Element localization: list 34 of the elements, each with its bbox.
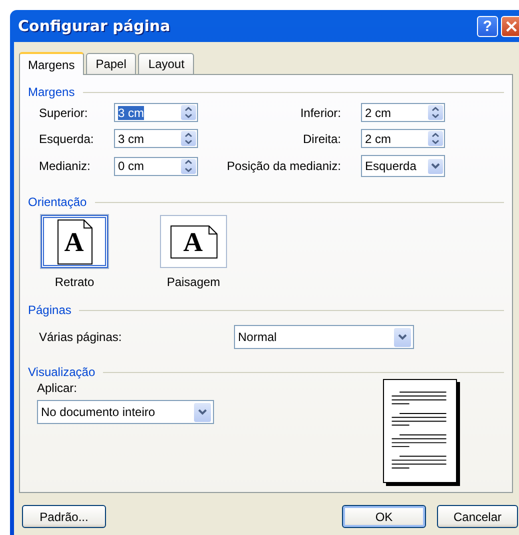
page-letter: A [182, 226, 202, 256]
dropdown-field[interactable]: Esquerda [361, 155, 445, 177]
orientation-option[interactable]: A [41, 215, 108, 268]
dialog-button[interactable]: Padrão... [22, 505, 106, 528]
option-label: Paisagem [166, 275, 220, 289]
help-button[interactable]: ? [477, 16, 498, 36]
field-label: Posição da medianiz: [226, 159, 342, 173]
field-label: Aplicar: [37, 381, 78, 395]
tab[interactable]: Layout [138, 53, 194, 74]
window-title: Configurar página [18, 17, 172, 35]
section-heading: Orientação [28, 195, 87, 209]
dialog-button[interactable]: Cancelar [437, 505, 518, 528]
field-label: Inferior: [299, 106, 342, 120]
page-letter: A [64, 226, 84, 256]
tab[interactable]: Margens [19, 52, 84, 75]
dropdown-field[interactable]: Normal [234, 325, 414, 349]
field-label: Medianiz: [39, 159, 92, 173]
dialog-button[interactable]: OK [342, 505, 426, 528]
orientation-option[interactable]: A [160, 215, 227, 268]
section-heading: Margens [28, 85, 75, 99]
tab[interactable]: Papel [86, 53, 136, 74]
field-label: Várias páginas: [39, 330, 123, 344]
dropdown-field[interactable]: No documento inteiro [37, 400, 214, 424]
field-label: Esquerda: [39, 132, 95, 146]
field-label: Superior: [39, 106, 89, 120]
spin-field[interactable]: 3 cm [114, 103, 198, 122]
spin-field[interactable]: 2 cm [361, 129, 445, 148]
spin-field[interactable]: 0 cm [114, 156, 198, 176]
field-label: Direita: [302, 132, 342, 146]
section-heading: Páginas [28, 303, 72, 317]
spin-field[interactable]: 2 cm [361, 103, 445, 122]
section-heading: Visualização [28, 365, 96, 379]
spin-field[interactable]: 3 cm [114, 129, 198, 148]
option-label: Retrato [54, 275, 94, 289]
